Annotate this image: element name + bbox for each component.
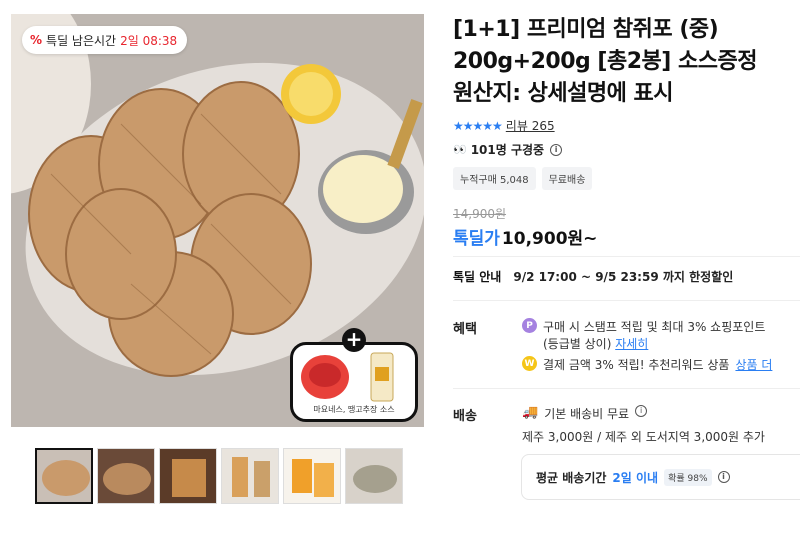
shipping-base: 🚚 기본 배송비 무료 i: [522, 405, 648, 422]
details-link[interactable]: 자세히: [615, 337, 648, 351]
title-line-3: 원산지: 상세설명에 표시: [453, 81, 674, 106]
info-icon[interactable]: i: [635, 405, 648, 417]
reward-products-link[interactable]: 상품 더: [735, 356, 772, 373]
deal-info-value: 9/2 17:00 ~ 9/5 23:59 까지 한정할인: [513, 270, 734, 284]
rating-row: ★★★★★ 리뷰 265: [453, 117, 555, 134]
divider: [453, 388, 800, 389]
discount-icon: %: [30, 33, 43, 47]
points-coin-icon: P: [522, 318, 537, 333]
thumbnail-5[interactable]: [283, 448, 341, 504]
eyes-icon: 👀: [453, 143, 467, 156]
deal-info-row: 톡딜 안내 9/2 17:00 ~ 9/5 23:59 까지 한정할인: [453, 268, 733, 285]
deal-price: 10,900원~: [501, 229, 598, 249]
benefits-label: 혜택: [453, 322, 477, 337]
benefit-stamp: P 구매 시 스탬프 적립 및 최대 3% 쇼핑포인트: [522, 318, 765, 335]
thumbnail-3[interactable]: [159, 448, 217, 504]
price-row: 톡딜가 10,900원~: [453, 224, 597, 249]
avg-shipping-box: 평균 배송기간 2일 이내 확률 98% i: [521, 454, 800, 500]
benefit-reward-text: 결제 금액 3% 적립! 추천리워드 상품: [543, 358, 730, 372]
shipping-extra: 제주 3,000원 / 제주 외 도서지역 3,000원 추가: [522, 430, 765, 444]
thumbnail-strip: [35, 448, 403, 504]
divider: [453, 300, 800, 301]
chip-purchases: 누적구매 5,048: [453, 167, 536, 190]
star-rating-icon: ★★★★★: [453, 118, 503, 133]
benefit-stamp-text: 구매 시 스탬프 적립 및 최대 3% 쇼핑포인트: [543, 320, 766, 334]
avg-shipping-label: 평균 배송기간: [536, 470, 607, 485]
shipping-label: 배송: [453, 409, 477, 424]
review-link[interactable]: 리뷰 265: [506, 117, 555, 134]
benefit-reward: W 결제 금액 3% 적립! 추천리워드 상품 상품 더: [522, 356, 772, 373]
plus-icon: +: [342, 328, 366, 352]
thumbnail-6[interactable]: [345, 448, 403, 504]
product-main-image[interactable]: % 특딜 남은시간 2일 08:38 마요네스, 땡고추장 소스 +: [11, 14, 424, 427]
chip-free-shipping: 무료배송: [541, 167, 593, 190]
title-line-1: [1+1] 프리미엄 참쥐포 (중): [453, 17, 719, 42]
thumbnail-1[interactable]: [35, 448, 93, 504]
shipping-base-text: 기본 배송비 무료: [544, 407, 630, 421]
product-title: [1+1] 프리미엄 참쥐포 (중) 200g+200g [총2봉] 소스증정 …: [453, 14, 800, 110]
viewers-row: 👀 101명 구경중 i: [453, 141, 563, 158]
sauce-packs-image: [301, 352, 394, 402]
thumbnail-4[interactable]: [221, 448, 279, 504]
timer-label: 특딜 남은시간: [46, 33, 117, 48]
original-price: 14,900원: [453, 207, 507, 221]
title-line-2: 200g+200g [총2봉] 소스증정: [453, 49, 757, 74]
deal-timer-badge: % 특딜 남은시간 2일 08:38: [22, 26, 188, 54]
timer-value: 2일 08:38: [120, 33, 178, 48]
gift-sauce-card: 마요네스, 땡고추장 소스: [290, 342, 418, 422]
truck-icon: 🚚: [522, 405, 539, 420]
benefit-stamp-note: (등급별 상이): [543, 337, 612, 351]
deal-info-label: 톡딜 안내: [453, 270, 502, 284]
product-chips: 누적구매 5,048 무료배송: [453, 167, 593, 190]
divider: [453, 256, 800, 257]
info-icon[interactable]: i: [550, 143, 563, 156]
benefit-stamp-sub: (등급별 상이) 자세히: [543, 335, 648, 352]
viewers-text: 101명 구경중: [470, 143, 545, 157]
deal-price-label: 톡딜가: [453, 229, 500, 249]
gift-caption: 마요네스, 땡고추장 소스: [313, 405, 395, 414]
thumbnail-2[interactable]: [97, 448, 155, 504]
avg-shipping-value: 2일 이내: [612, 470, 659, 485]
reward-coin-icon: W: [522, 356, 537, 371]
info-icon[interactable]: i: [717, 471, 730, 483]
shipping-probability-badge: 확률 98%: [664, 468, 712, 486]
